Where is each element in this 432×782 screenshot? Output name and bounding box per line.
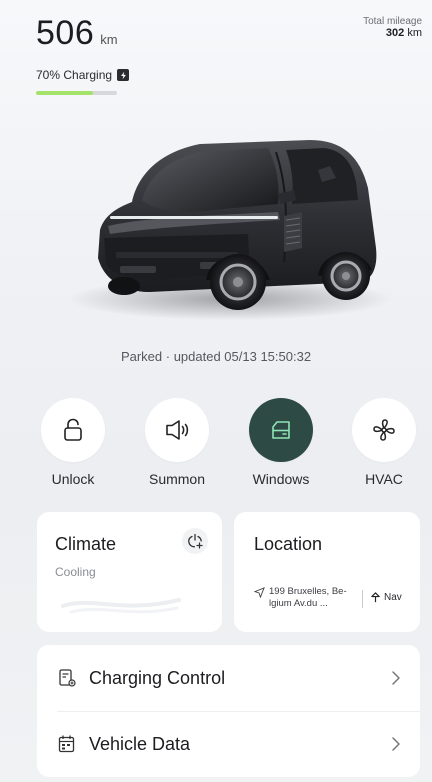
climate-power-button[interactable]	[182, 528, 208, 554]
location-address-row: 199 Bruxelles, Be-lgium Av.du ...	[254, 586, 364, 611]
location-card[interactable]: Location 199 Bruxelles, Be-lgium Av.du .…	[234, 512, 420, 632]
chevron-right-icon	[392, 671, 400, 685]
calendar-data-icon	[58, 735, 75, 753]
bolt-icon	[117, 69, 130, 81]
windows-button-circle[interactable]	[249, 398, 313, 462]
climate-card[interactable]: Climate Cooling	[37, 512, 222, 632]
charging-status: 70% Charging	[36, 68, 130, 82]
summon-label: Summon	[148, 471, 206, 487]
horn-icon	[166, 420, 189, 440]
fan-icon	[373, 419, 395, 441]
location-divider	[362, 590, 363, 608]
location-address: 199 Bruxelles, Be-lgium Av.du ...	[269, 586, 347, 610]
charging-text: 70% Charging	[36, 68, 113, 82]
unlock-button-circle[interactable]	[41, 398, 105, 462]
unlock-label: Unlock	[51, 471, 95, 487]
unlock-icon	[64, 418, 82, 441]
charging-control-label: Charging Control	[89, 667, 226, 688]
battery-bar-fill	[36, 91, 93, 95]
total-mileage-label: Total mileage	[363, 16, 422, 27]
app-screen: 506 km Total mileage 302 km 70% Charging	[0, 0, 432, 782]
list-item-vehicle-data[interactable]: Vehicle Data	[37, 711, 420, 777]
hvac-button-circle[interactable]	[352, 398, 416, 462]
hvac-label: HVAC	[365, 471, 403, 487]
total-mileage: Total mileage 302 km	[363, 16, 422, 39]
location-title: Location	[254, 534, 323, 554]
vehicle-image	[98, 140, 377, 310]
airflow-graphic	[61, 598, 181, 614]
hvac-button[interactable]: HVAC	[340, 398, 428, 487]
summon-button[interactable]: Summon	[133, 398, 221, 487]
charging-icon	[59, 669, 76, 687]
list-item-charging-control[interactable]: Charging Control	[37, 645, 420, 711]
windows-button[interactable]: Windows	[237, 398, 325, 487]
range-unit: km	[100, 32, 118, 47]
total-mileage-value: 302	[385, 27, 405, 39]
vehicle-status-text: Parked · updated 05/13 15:50:32	[120, 349, 312, 364]
total-mileage-unit: km	[407, 27, 422, 39]
climate-title: Climate	[55, 534, 117, 554]
summon-button-circle[interactable]	[145, 398, 209, 462]
total-mileage-value-row: 302 km	[363, 27, 422, 39]
window-icon	[272, 421, 290, 439]
unlock-button[interactable]: Unlock	[29, 398, 117, 487]
climate-status: Cooling	[55, 565, 96, 579]
nav-label: Nav	[384, 592, 402, 603]
range-value: 506	[36, 14, 95, 52]
windows-label: Windows	[252, 471, 310, 487]
battery-bar	[36, 91, 117, 95]
power-icon	[188, 533, 203, 549]
vehicle-data-label: Vehicle Data	[89, 733, 191, 754]
navigation-icon	[371, 592, 380, 603]
range-display: 506 km	[36, 14, 118, 53]
location-arrow-icon	[254, 587, 265, 598]
nav-button[interactable]: Nav	[370, 592, 402, 603]
chevron-right-icon	[392, 737, 400, 751]
settings-list: Charging Control Vehicle Data	[37, 645, 420, 777]
